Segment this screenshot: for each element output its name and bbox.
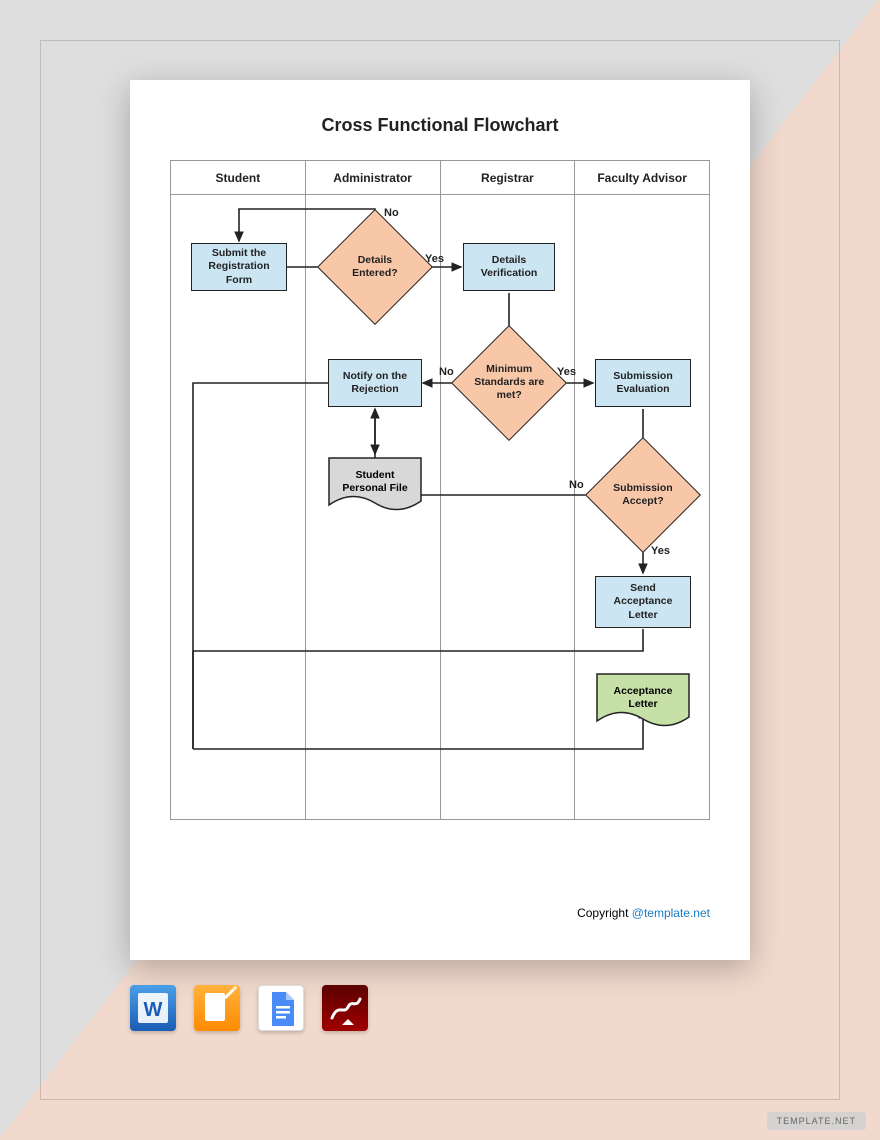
swimlane-grid: Student Administrator Registrar Faculty … bbox=[170, 160, 710, 820]
label-no-2: No bbox=[439, 366, 454, 378]
node-submit-registration: Submit the Registration Form bbox=[191, 243, 287, 291]
page-title: Cross Functional Flowchart bbox=[130, 115, 750, 136]
label-no-1: No bbox=[384, 207, 399, 219]
svg-text:W: W bbox=[144, 999, 163, 1021]
node-details-verification: Details Verification bbox=[463, 243, 555, 291]
word-icon[interactable]: W bbox=[130, 985, 176, 1031]
node-send-acceptance-letter: Send Acceptance Letter bbox=[595, 576, 691, 628]
copyright-line: Copyright @template.net bbox=[577, 906, 710, 920]
watermark-badge: TEMPLATE.NET bbox=[767, 1112, 866, 1130]
format-icons-row: W bbox=[130, 985, 368, 1031]
node-student-personal-file: Student Personal File bbox=[328, 457, 422, 515]
document-page: Cross Functional Flowchart Student Admin… bbox=[130, 80, 750, 960]
pdf-icon[interactable] bbox=[322, 985, 368, 1031]
pages-icon[interactable] bbox=[194, 985, 240, 1031]
copyright-link[interactable]: @template.net bbox=[632, 906, 710, 920]
label-yes-3: Yes bbox=[651, 545, 670, 557]
node-notify-rejection: Notify on the Rejection bbox=[328, 359, 422, 407]
node-submission-evaluation: Submission Evaluation bbox=[595, 359, 691, 407]
label-yes-1: Yes bbox=[425, 253, 444, 265]
google-docs-icon[interactable] bbox=[258, 985, 304, 1031]
node-acceptance-letter: Acceptance Letter bbox=[596, 673, 690, 731]
label-no-3: No bbox=[569, 479, 584, 491]
label-yes-2: Yes bbox=[557, 366, 576, 378]
